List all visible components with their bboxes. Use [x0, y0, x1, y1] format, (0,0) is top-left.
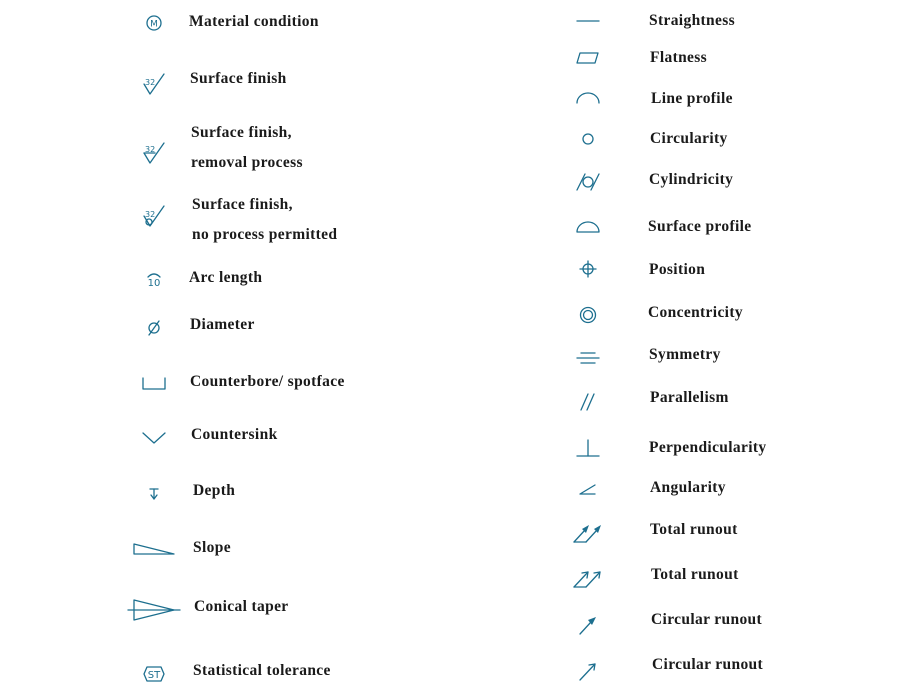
label-straightness: Straightness: [649, 12, 736, 29]
label-surface-finish: Surface finish: [190, 70, 287, 87]
straightness-icon: [558, 1, 618, 41]
svg-text:32: 32: [145, 210, 155, 219]
label-surface-profile: Surface profile: [648, 218, 752, 235]
surface-finish-removal-icon: 32: [124, 135, 184, 175]
statistical-tolerance-icon: ST: [124, 654, 184, 694]
label-material-condition: Material condition: [189, 13, 319, 30]
label-circular-runout-1: Circular runout: [651, 611, 763, 628]
cylindricity-icon: [558, 162, 618, 202]
label-surface-finish-no-process-1: Surface finish,: [192, 196, 293, 213]
surface-profile-icon: [558, 207, 618, 247]
label-circularity: Circularity: [650, 130, 728, 147]
position-icon: [558, 249, 618, 289]
material-condition-icon: M: [124, 3, 184, 43]
concentricity-icon: [558, 295, 618, 335]
diameter-icon: [124, 307, 184, 347]
total-runout-open-icon: [558, 560, 618, 600]
label-concentricity: Concentricity: [648, 304, 743, 321]
perpendicularity-icon: [558, 430, 618, 470]
circularity-icon: [558, 119, 618, 159]
label-arc-length: Arc length: [189, 269, 263, 286]
circular-runout-open-icon: [558, 652, 618, 692]
arc-length-icon: 10: [124, 261, 184, 301]
svg-text:32: 32: [145, 78, 155, 87]
label-slope: Slope: [193, 539, 231, 556]
label-counterbore: Counterbore/ spotface: [190, 373, 345, 390]
counterbore-icon: [124, 364, 184, 404]
surface-finish-icon: 32: [124, 66, 184, 106]
symmetry-icon: [558, 338, 618, 378]
svg-text:10: 10: [148, 278, 161, 289]
svg-text:ST: ST: [148, 670, 161, 681]
line-profile-icon: [558, 80, 618, 120]
flatness-icon: [558, 38, 618, 78]
label-countersink: Countersink: [191, 426, 278, 443]
angularity-icon: [558, 472, 618, 512]
label-total-runout-2: Total runout: [651, 566, 739, 583]
total-runout-filled-icon: [558, 515, 618, 555]
countersink-icon: [124, 419, 184, 459]
label-total-runout-1: Total runout: [650, 521, 738, 538]
depth-icon: [124, 474, 184, 514]
label-depth: Depth: [193, 482, 236, 499]
label-conical-taper: Conical taper: [194, 598, 289, 615]
label-perpendicularity: Perpendicularity: [649, 439, 767, 456]
label-angularity: Angularity: [650, 479, 726, 496]
label-surface-finish-no-process-2: no process permitted: [192, 226, 338, 243]
label-diameter: Diameter: [190, 316, 255, 333]
label-statistical-tolerance: Statistical tolerance: [193, 662, 331, 679]
label-flatness: Flatness: [650, 49, 708, 66]
label-surface-finish-removal-2: removal process: [191, 154, 303, 171]
svg-text:M: M: [150, 20, 158, 30]
label-position: Position: [649, 261, 706, 278]
label-surface-finish-removal-1: Surface finish,: [191, 124, 292, 141]
label-cylindricity: Cylindricity: [649, 171, 734, 188]
label-line-profile: Line profile: [651, 90, 733, 107]
surface-finish-no-process-icon: 32: [124, 198, 184, 238]
label-circular-runout-2: Circular runout: [652, 656, 764, 673]
parallelism-icon: [558, 382, 618, 422]
circular-runout-filled-icon: [558, 606, 618, 646]
conical-taper-icon: [124, 590, 184, 630]
label-parallelism: Parallelism: [650, 389, 729, 406]
svg-text:32: 32: [145, 145, 155, 154]
slope-icon: [124, 530, 184, 570]
label-symmetry: Symmetry: [649, 346, 721, 363]
